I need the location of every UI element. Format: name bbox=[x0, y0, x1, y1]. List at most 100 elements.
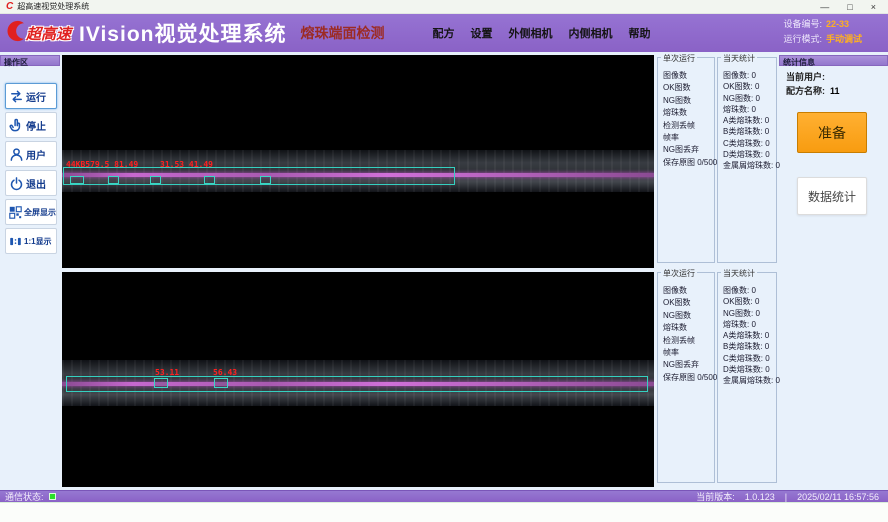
bead-segment-box bbox=[70, 176, 84, 184]
status-separator: | bbox=[785, 492, 787, 502]
menu-item-outer-camera[interactable]: 外侧相机 bbox=[508, 25, 552, 41]
app-window: C 超高速视觉处理系统 — □ × 超高速 IVision视觉处理系统 熔珠端面… bbox=[0, 0, 888, 522]
page-title: IVision视觉处理系统 bbox=[79, 18, 286, 48]
stat-row: C类熔珠数: 0 bbox=[723, 353, 775, 364]
brand-swoosh-icon bbox=[2, 18, 28, 49]
stat-row: 熔珠数 bbox=[663, 107, 713, 119]
bead-segment-box bbox=[150, 176, 161, 184]
app-header: 超高速 IVision视觉处理系统 熔珠端面检测 配方 设置 外侧相机 内侧相机… bbox=[0, 14, 888, 52]
bead-segment-box bbox=[260, 176, 271, 184]
operation-panel-header: 操作区 bbox=[0, 55, 60, 66]
comm-status-indicator bbox=[49, 493, 56, 500]
stat-row: 图像数: 0 bbox=[723, 70, 775, 81]
datetime-value: 2025/02/11 16:57:56 bbox=[797, 492, 879, 502]
measurement-annotation: 44KB579.5 81.49 bbox=[66, 160, 138, 169]
menu-item-settings[interactable]: 设置 bbox=[470, 25, 492, 41]
maximize-button[interactable]: □ bbox=[847, 1, 852, 13]
one-to-one-button[interactable]: 1:1显示 bbox=[5, 228, 57, 254]
menu-item-recipe[interactable]: 配方 bbox=[432, 25, 454, 41]
stat-row: 熔珠数: 0 bbox=[723, 104, 775, 115]
today-stats-panel-top: 当天统计 图像数: 0 OK图数: 0 NG图数: 0 熔珠数: 0 A类熔珠数… bbox=[717, 57, 777, 263]
single-run-panel-top: 单次运行 图像数 OK图数 NG图数 熔珠数 检测丢帧 帧率 NG图丢弃 保存原… bbox=[657, 57, 715, 263]
stat-row: 熔珠数: 0 bbox=[723, 319, 775, 330]
single-run-panel-bottom: 单次运行 图像数 OK图数 NG图数 熔珠数 检测丢帧 帧率 NG图丢弃 保存原… bbox=[657, 272, 715, 483]
stat-row: D类熔珠数: 0 bbox=[723, 149, 775, 160]
minimize-button[interactable]: — bbox=[820, 1, 829, 13]
main-menu: 配方 设置 外侧相机 内侧相机 帮助 bbox=[432, 25, 650, 41]
page-subtitle: 熔珠端面检测 bbox=[300, 23, 384, 43]
info-panel-header: 统计信息 bbox=[779, 55, 888, 66]
roi-rectangle bbox=[63, 167, 455, 185]
menu-item-help[interactable]: 帮助 bbox=[628, 25, 650, 41]
device-number-value: 22-33 bbox=[826, 19, 849, 29]
stat-row: 帧率 bbox=[663, 132, 713, 144]
panel-title: 当天统计 bbox=[721, 53, 757, 64]
close-button[interactable]: × bbox=[871, 1, 876, 13]
user-button[interactable]: 用户 bbox=[5, 141, 57, 167]
bead-segment-box bbox=[154, 378, 168, 388]
run-mode-value: 手动调试 bbox=[826, 34, 862, 44]
device-number-label: 设备编号: bbox=[783, 19, 822, 29]
stat-row: B类熔珠数: 0 bbox=[723, 126, 775, 137]
stat-row: 保存原图 0/500 bbox=[663, 157, 713, 169]
data-stats-button[interactable]: 数据统计 bbox=[797, 177, 867, 215]
stat-row: 检测丢帧 bbox=[663, 120, 713, 132]
stat-row: B类熔珠数: 0 bbox=[723, 341, 775, 352]
stat-row: NG图丢弃 bbox=[663, 359, 713, 371]
inner-camera-view[interactable]: 53.11 56.43 bbox=[62, 272, 654, 487]
measurement-annotation: 56.43 bbox=[213, 368, 237, 377]
stat-row: OK图数: 0 bbox=[723, 81, 775, 92]
stat-row: C类熔珠数: 0 bbox=[723, 138, 775, 149]
brand-name: 超高速 bbox=[26, 23, 71, 44]
run-mode-label: 运行模式: bbox=[783, 34, 822, 44]
stat-row: 金属屑熔珠数: 0 bbox=[723, 160, 775, 171]
menu-item-inner-camera[interactable]: 内侧相机 bbox=[568, 25, 612, 41]
outer-camera-view[interactable]: 44KB579.5 81.49 31.53 41.49 bbox=[62, 55, 654, 268]
panel-title: 当天统计 bbox=[721, 268, 757, 279]
stop-hand-icon bbox=[9, 118, 24, 133]
exit-button[interactable]: 退出 bbox=[5, 170, 57, 196]
recipe-name-label: 配方名称: bbox=[786, 86, 825, 96]
panel-title: 单次运行 bbox=[661, 53, 697, 64]
run-button[interactable]: 运行 bbox=[5, 83, 57, 109]
stat-row: A类熔珠数: 0 bbox=[723, 330, 775, 341]
window-title: 超高速视觉处理系统 bbox=[17, 1, 820, 12]
status-bar: 通信状态: 当前版本: 1.0.123 | 2025/02/11 16:57:5… bbox=[0, 490, 888, 502]
stat-row: 保存原图 0/500 bbox=[663, 372, 713, 384]
stat-row: NG图丢弃 bbox=[663, 144, 713, 156]
stat-row: A类熔珠数: 0 bbox=[723, 115, 775, 126]
stat-row: 图像数 bbox=[663, 70, 713, 82]
stat-row: 图像数 bbox=[663, 285, 713, 297]
stat-row: 图像数: 0 bbox=[723, 285, 775, 296]
bead-segment-box bbox=[214, 378, 228, 388]
stop-button[interactable]: 停止 bbox=[5, 112, 57, 138]
device-info: 设备编号: 22-33 运行模式: 手动调试 bbox=[783, 17, 862, 47]
stat-row: 检测丢帧 bbox=[663, 335, 713, 347]
one-to-one-icon bbox=[9, 235, 22, 248]
stat-row: D类熔珠数: 0 bbox=[723, 364, 775, 375]
prepare-button[interactable]: 准备 bbox=[797, 112, 867, 153]
bead-segment-box bbox=[204, 176, 215, 184]
stat-row: NG图数 bbox=[663, 310, 713, 322]
stat-row: OK图数 bbox=[663, 297, 713, 309]
version-value: 1.0.123 bbox=[745, 492, 775, 502]
today-stats-panel-bottom: 当天统计 图像数: 0 OK图数: 0 NG图数: 0 熔珠数: 0 A类熔珠数… bbox=[717, 272, 777, 483]
stat-row: 金属屑熔珠数: 0 bbox=[723, 375, 775, 386]
recipe-name-value: 11 bbox=[830, 86, 840, 96]
measurement-annotation: 53.11 bbox=[155, 368, 179, 377]
stat-row: OK图数 bbox=[663, 82, 713, 94]
stat-row: 帧率 bbox=[663, 347, 713, 359]
current-user-label: 当前用户: bbox=[786, 72, 825, 82]
fullscreen-grid-icon bbox=[9, 206, 22, 219]
app-logo-icon: C bbox=[6, 2, 13, 12]
recipe-name-row: 配方名称: 11 bbox=[786, 84, 840, 97]
bead-segment-box bbox=[108, 176, 119, 184]
stat-row: OK图数: 0 bbox=[723, 296, 775, 307]
stat-row: NG图数: 0 bbox=[723, 308, 775, 319]
stat-row: NG图数 bbox=[663, 95, 713, 107]
panel-title: 单次运行 bbox=[661, 268, 697, 279]
fullscreen-button[interactable]: 全屏显示 bbox=[5, 199, 57, 225]
os-titlebar: C 超高速视觉处理系统 — □ × bbox=[0, 0, 888, 14]
measurement-annotation: 31.53 41.49 bbox=[160, 160, 213, 169]
current-user-row: 当前用户: bbox=[786, 70, 825, 83]
